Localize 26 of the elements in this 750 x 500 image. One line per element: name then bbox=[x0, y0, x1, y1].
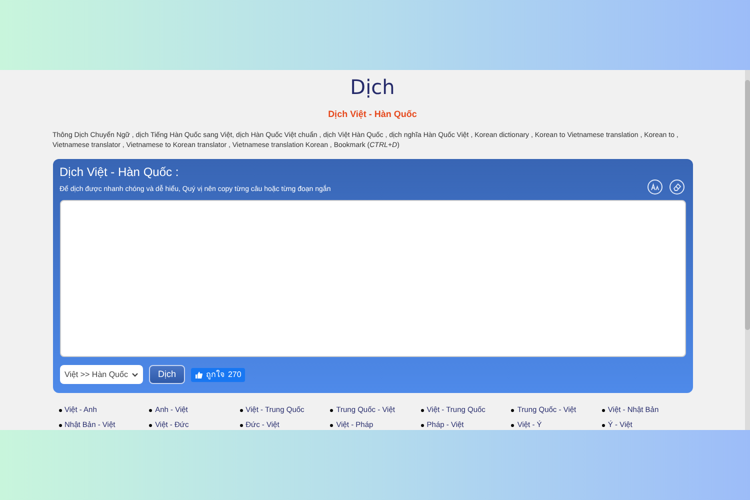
bullet-icon bbox=[149, 424, 152, 426]
bullet-icon bbox=[420, 408, 424, 412]
bullet-icon bbox=[330, 424, 334, 426]
bullet-icon bbox=[511, 408, 514, 412]
bullet-icon bbox=[420, 424, 424, 426]
thumbs-up-icon bbox=[194, 370, 203, 378]
bullet-icon bbox=[240, 424, 243, 426]
bullet-icon bbox=[602, 408, 605, 412]
translate-button[interactable]: Dịch bbox=[148, 365, 185, 384]
language-select[interactable]: Việt >> Hàn Quốc bbox=[60, 365, 143, 384]
scrollbar[interactable] bbox=[745, 70, 750, 430]
like-button[interactable]: ถูกใจ 270 bbox=[190, 368, 246, 382]
page-title: Dịch bbox=[350, 74, 395, 100]
bullet-icon bbox=[330, 408, 334, 412]
eraser-icon[interactable] bbox=[668, 179, 684, 195]
bullet-icon bbox=[58, 408, 62, 412]
font-size-icon[interactable] bbox=[646, 179, 662, 195]
bullet-icon bbox=[58, 424, 62, 426]
bullet-icon bbox=[240, 408, 243, 412]
bullet-icon bbox=[149, 408, 152, 412]
bullet-icon bbox=[602, 424, 605, 426]
bullet-icon bbox=[511, 424, 514, 426]
chevron-icon bbox=[132, 372, 138, 376]
page-subtitle: Dịch Việt - Hàn Quốc bbox=[328, 108, 417, 121]
panel-heading: Dịch Việt - Hàn Quốc : bbox=[60, 164, 180, 180]
text-input-field[interactable] bbox=[60, 200, 686, 357]
